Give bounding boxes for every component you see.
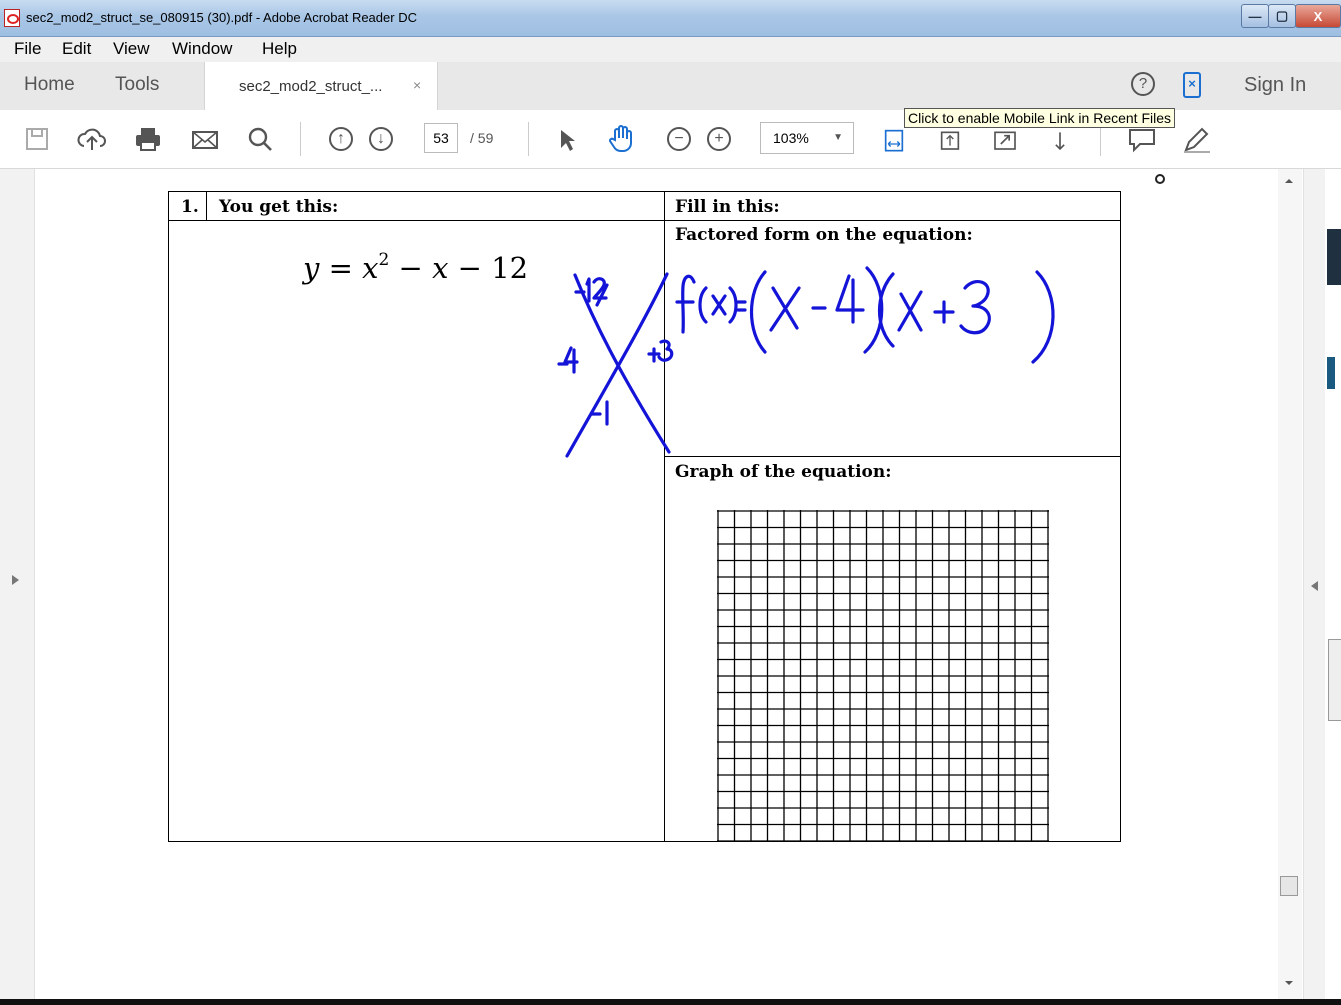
hand-tool-icon[interactable] <box>606 124 638 154</box>
comment-icon[interactable] <box>1126 124 1158 154</box>
background-window-edge <box>1325 169 1341 999</box>
eq-x: x <box>362 251 379 285</box>
vertical-scrollbar[interactable] <box>1278 169 1302 999</box>
handwriting-digit <box>959 279 991 335</box>
scroll-down-icon[interactable] <box>1285 981 1293 985</box>
help-icon[interactable]: ? <box>1131 72 1155 96</box>
save-icon[interactable] <box>24 124 50 154</box>
eq-constant: 12 <box>491 251 529 285</box>
previous-page-icon[interactable]: ↑ <box>329 127 353 151</box>
handwriting-f <box>675 274 696 334</box>
tab-bar: Home Tools sec2_mod2_struct_... × ? × Si… <box>0 62 1341 111</box>
next-page-icon[interactable]: ↓ <box>369 127 393 151</box>
close-tab-icon[interactable]: × <box>413 77 421 93</box>
tab-document[interactable]: sec2_mod2_struct_... × <box>204 62 438 111</box>
handwriting-x <box>711 294 727 316</box>
tab-home[interactable]: Home <box>24 74 75 96</box>
eq-exponent: 2 <box>378 250 390 270</box>
document-tab-label: sec2_mod2_struct_... <box>239 78 383 95</box>
document-viewer[interactable]: 1. You get this: Fill in this: Factored … <box>0 169 1341 999</box>
background-window-fragment <box>1328 639 1341 721</box>
menu-window[interactable]: Window <box>172 39 232 59</box>
handwriting-paren <box>698 286 708 324</box>
window-controls: — ▢ X <box>1241 4 1341 28</box>
handwriting-paren <box>749 270 767 354</box>
expand-right-panel-icon[interactable] <box>1311 581 1318 591</box>
factored-form-label: Factored form on the equation: <box>675 225 973 245</box>
menu-bar: File Edit View Window Help <box>0 37 1341 62</box>
handwriting-paren <box>728 286 738 324</box>
sign-in-link[interactable]: Sign In <box>1244 74 1306 97</box>
pdf-app-icon <box>4 9 20 27</box>
graph-grid <box>717 510 1049 841</box>
eq-minus: − <box>457 251 482 285</box>
eq-equals: = <box>328 251 353 285</box>
handwriting-x <box>769 286 801 332</box>
window-title: sec2_mod2_struct_se_080915 (30).pdf - Ad… <box>26 10 417 25</box>
read-mode-icon[interactable] <box>1155 174 1165 184</box>
handwriting-paren <box>1031 270 1055 364</box>
page-number-input[interactable]: 53 <box>424 123 458 153</box>
mobile-link-tooltip: Click to enable Mobile Link in Recent Fi… <box>904 108 1176 128</box>
zoom-in-icon[interactable]: + <box>707 127 731 151</box>
select-cursor-icon[interactable] <box>556 124 578 154</box>
zoom-value: 103% <box>773 130 809 146</box>
fit-page-icon[interactable] <box>936 124 964 154</box>
problem-number: 1. <box>181 197 199 217</box>
full-screen-icon[interactable] <box>990 124 1020 154</box>
scroll-up-icon[interactable] <box>1285 179 1293 183</box>
handwritten-annotations <box>557 266 1055 458</box>
scroll-thumb[interactable] <box>1280 876 1298 896</box>
page-total: / 59 <box>470 130 494 146</box>
menu-edit[interactable]: Edit <box>62 39 91 59</box>
zoom-out-icon[interactable]: − <box>667 127 691 151</box>
background-window-fragment <box>1327 357 1335 389</box>
zoom-select[interactable]: 103% ▼ <box>760 122 854 154</box>
eq-x-linear: x <box>432 251 449 285</box>
eq-minus: − <box>398 251 423 285</box>
close-window-button[interactable]: X <box>1295 4 1341 28</box>
mobile-link-icon[interactable]: × <box>1183 72 1201 98</box>
scroll-mode-icon[interactable] <box>1046 124 1074 154</box>
given-equation: y = x2 − x − 12 <box>303 250 528 285</box>
pen-icon[interactable] <box>1180 124 1212 154</box>
search-icon[interactable] <box>246 124 274 154</box>
taskbar-edge <box>0 999 1341 1005</box>
background-window-fragment <box>1327 229 1341 285</box>
right-column-header: Fill in this: <box>675 197 780 217</box>
email-icon[interactable] <box>190 124 220 154</box>
left-column-header: You get this: <box>219 197 339 217</box>
handwriting-x <box>897 290 923 332</box>
toolbar-divider <box>528 122 529 156</box>
tab-tools[interactable]: Tools <box>115 74 159 96</box>
chevron-down-icon: ▼ <box>833 132 843 143</box>
title-bar: sec2_mod2_struct_se_080915 (30).pdf - Ad… <box>0 0 1341 37</box>
handwriting-digit <box>557 346 579 374</box>
menu-help[interactable]: Help <box>262 39 297 59</box>
handwriting-plus <box>933 300 955 324</box>
handwriting-equals <box>736 300 747 312</box>
left-panel-rail[interactable] <box>0 169 35 999</box>
handwriting-digit <box>574 277 609 307</box>
column-divider <box>206 192 207 220</box>
print-icon[interactable] <box>134 124 162 154</box>
diamond-stroke <box>565 272 669 458</box>
menu-file[interactable]: File <box>14 39 41 59</box>
pdf-page: 1. You get this: Fill in this: Factored … <box>168 191 1121 842</box>
menu-view[interactable]: View <box>113 39 150 59</box>
maximize-button[interactable]: ▢ <box>1268 4 1296 28</box>
eq-y: y <box>303 251 320 285</box>
cloud-upload-icon[interactable] <box>76 124 108 154</box>
handwriting-digit <box>835 274 865 324</box>
minimize-button[interactable]: — <box>1241 4 1269 28</box>
fit-width-icon[interactable] <box>880 124 908 154</box>
toolbar-divider <box>300 122 301 156</box>
expand-left-panel-icon[interactable] <box>12 575 19 585</box>
handwriting-digit <box>647 339 674 363</box>
right-panel-rail[interactable] <box>1303 169 1326 999</box>
